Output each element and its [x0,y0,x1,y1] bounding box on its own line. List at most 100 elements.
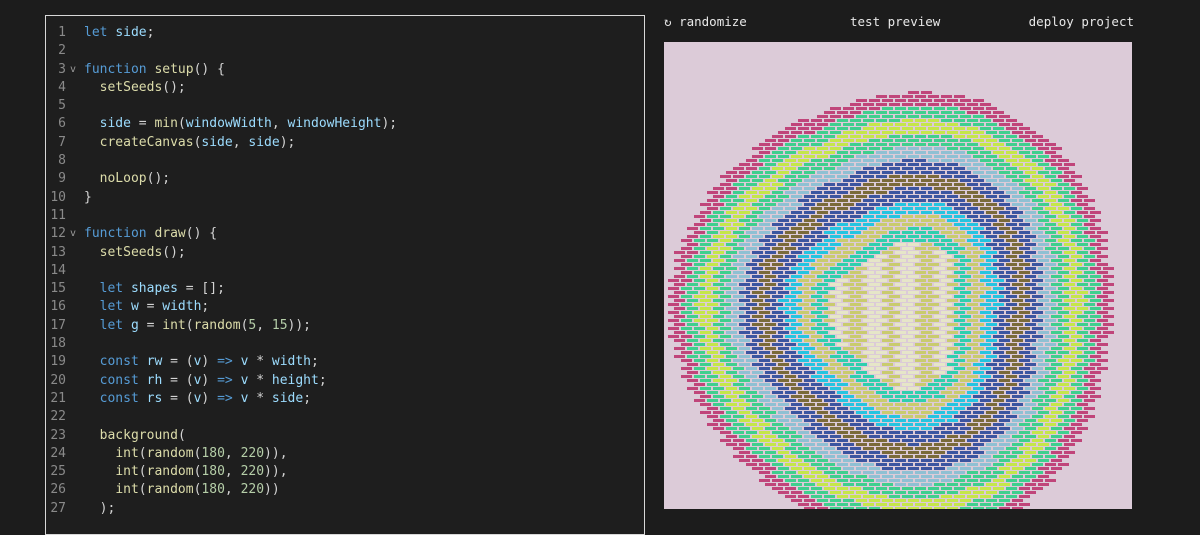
code-line[interactable]: 13 setSeeds(); [46,244,644,262]
code-line[interactable]: 4 setSeeds(); [46,79,644,97]
code-token: random [146,482,194,498]
code-text: function setup() { [84,61,225,79]
code-token: windowWidth [185,116,272,132]
code-text: setSeeds(); [84,244,186,262]
line-number: 4 [58,79,66,95]
code-token: side [115,25,147,40]
code-line[interactable]: 3 v function setup() { [46,61,644,79]
code-text: int(random(180, 220)), [84,445,287,463]
code-token: let [99,317,124,333]
code-token: width [162,299,202,315]
code-line[interactable]: 6 side = min(windowWidth, windowHeight); [46,115,644,133]
test-preview-button[interactable]: test preview [850,14,940,29]
line-number: 8 [58,153,66,169]
line-number: 10 [50,189,66,205]
code-lines[interactable]: 1 let side; 2 3 v function setup() {4 setSeed… [46,24,644,518]
randomize-button[interactable]: ↻ randomize [664,14,747,29]
code-line[interactable]: 8 [46,152,644,170]
code-token: side [248,134,280,150]
code-line[interactable]: 21 const rs = (v) => v * side; [46,390,644,408]
code-token: let [99,299,124,315]
code-token: ; [311,354,319,370]
code-token: } [84,189,92,205]
code-token: ) [201,390,218,406]
line-number: 3 [58,61,66,77]
code-token: 15 [271,317,288,333]
code-token: = ( [162,372,194,388]
code-line[interactable]: 20 const rh = (v) => v * height; [46,372,644,390]
code-editor[interactable]: 1 let side; 2 3 v function setup() {4 setSeed… [45,15,645,535]
code-line[interactable]: 17 let g = int(random(5, 15)); [46,317,644,335]
code-line[interactable]: 12 v function draw() { [46,225,644,243]
code-token: 220 [240,464,265,480]
code-line[interactable]: 26 int(random(180, 220)) [46,481,644,499]
line-number: 2 [58,43,66,59]
code-line[interactable]: 22 [46,408,644,426]
line-number: 24 [50,445,66,461]
code-token: , [232,134,249,150]
code-line[interactable]: 10} [46,189,644,207]
code-token: (); [162,244,186,260]
code-line[interactable]: 25 int(random(180, 220)), [46,463,644,481]
code-line[interactable]: 27 ); [46,500,644,518]
code-token: = [138,299,163,315]
code-line[interactable]: 11 [46,207,644,225]
code-line[interactable]: 15 let shapes = []; [46,280,644,298]
code-line[interactable]: 9 noLoop(); [46,170,644,188]
code-token: (); [162,79,186,95]
code-token: = ( [162,390,194,406]
code-token: ( [138,482,147,498]
code-line[interactable]: 1 let side; [46,24,644,42]
code-line[interactable]: 2 [46,42,644,60]
code-text: setSeeds(); [84,79,186,97]
code-token: createCanvas [99,134,194,150]
code-token: rh [146,372,163,388]
code-text: int(random(180, 220)), [84,463,287,481]
fold-chevron-icon[interactable]: v [70,225,76,243]
code-token: )) [264,482,280,498]
code-token: () { [185,226,218,242]
code-token: * [248,354,272,370]
preview-canvas [664,42,1132,509]
code-token: int [115,482,139,498]
code-line[interactable]: 24 int(random(180, 220)), [46,445,644,463]
code-line[interactable]: 16 let w = width; [46,298,644,316]
randomize-label: randomize [679,14,747,29]
code-line[interactable]: 5 [46,97,644,115]
fold-chevron-icon[interactable]: v [70,61,76,79]
code-token: height [271,372,319,388]
code-line[interactable]: 18 [46,335,644,353]
code-token: width [271,354,312,370]
code-line[interactable]: 19 const rw = (v) => v * width; [46,353,644,371]
line-number: 21 [50,390,66,406]
code-token: min [154,116,178,132]
code-token: noLoop [99,171,147,187]
line-number: 1 [58,25,66,40]
line-number: 17 [50,317,66,333]
code-line[interactable]: 7 createCanvas(side, side); [46,134,644,152]
code-token: ( [177,116,186,132]
code-line[interactable]: 23 background( [46,427,644,445]
code-token: windowHeight [287,116,382,132]
code-token: const [99,390,139,406]
code-line[interactable]: 14 [46,262,644,280]
deploy-project-button[interactable]: deploy project [1029,14,1134,29]
code-text: background( [84,427,186,445]
code-text: const rh = (v) => v * height; [84,372,327,390]
code-text: int(random(180, 220)) [84,481,280,499]
code-token: 220 [240,445,265,461]
code-token: , [256,317,272,333]
